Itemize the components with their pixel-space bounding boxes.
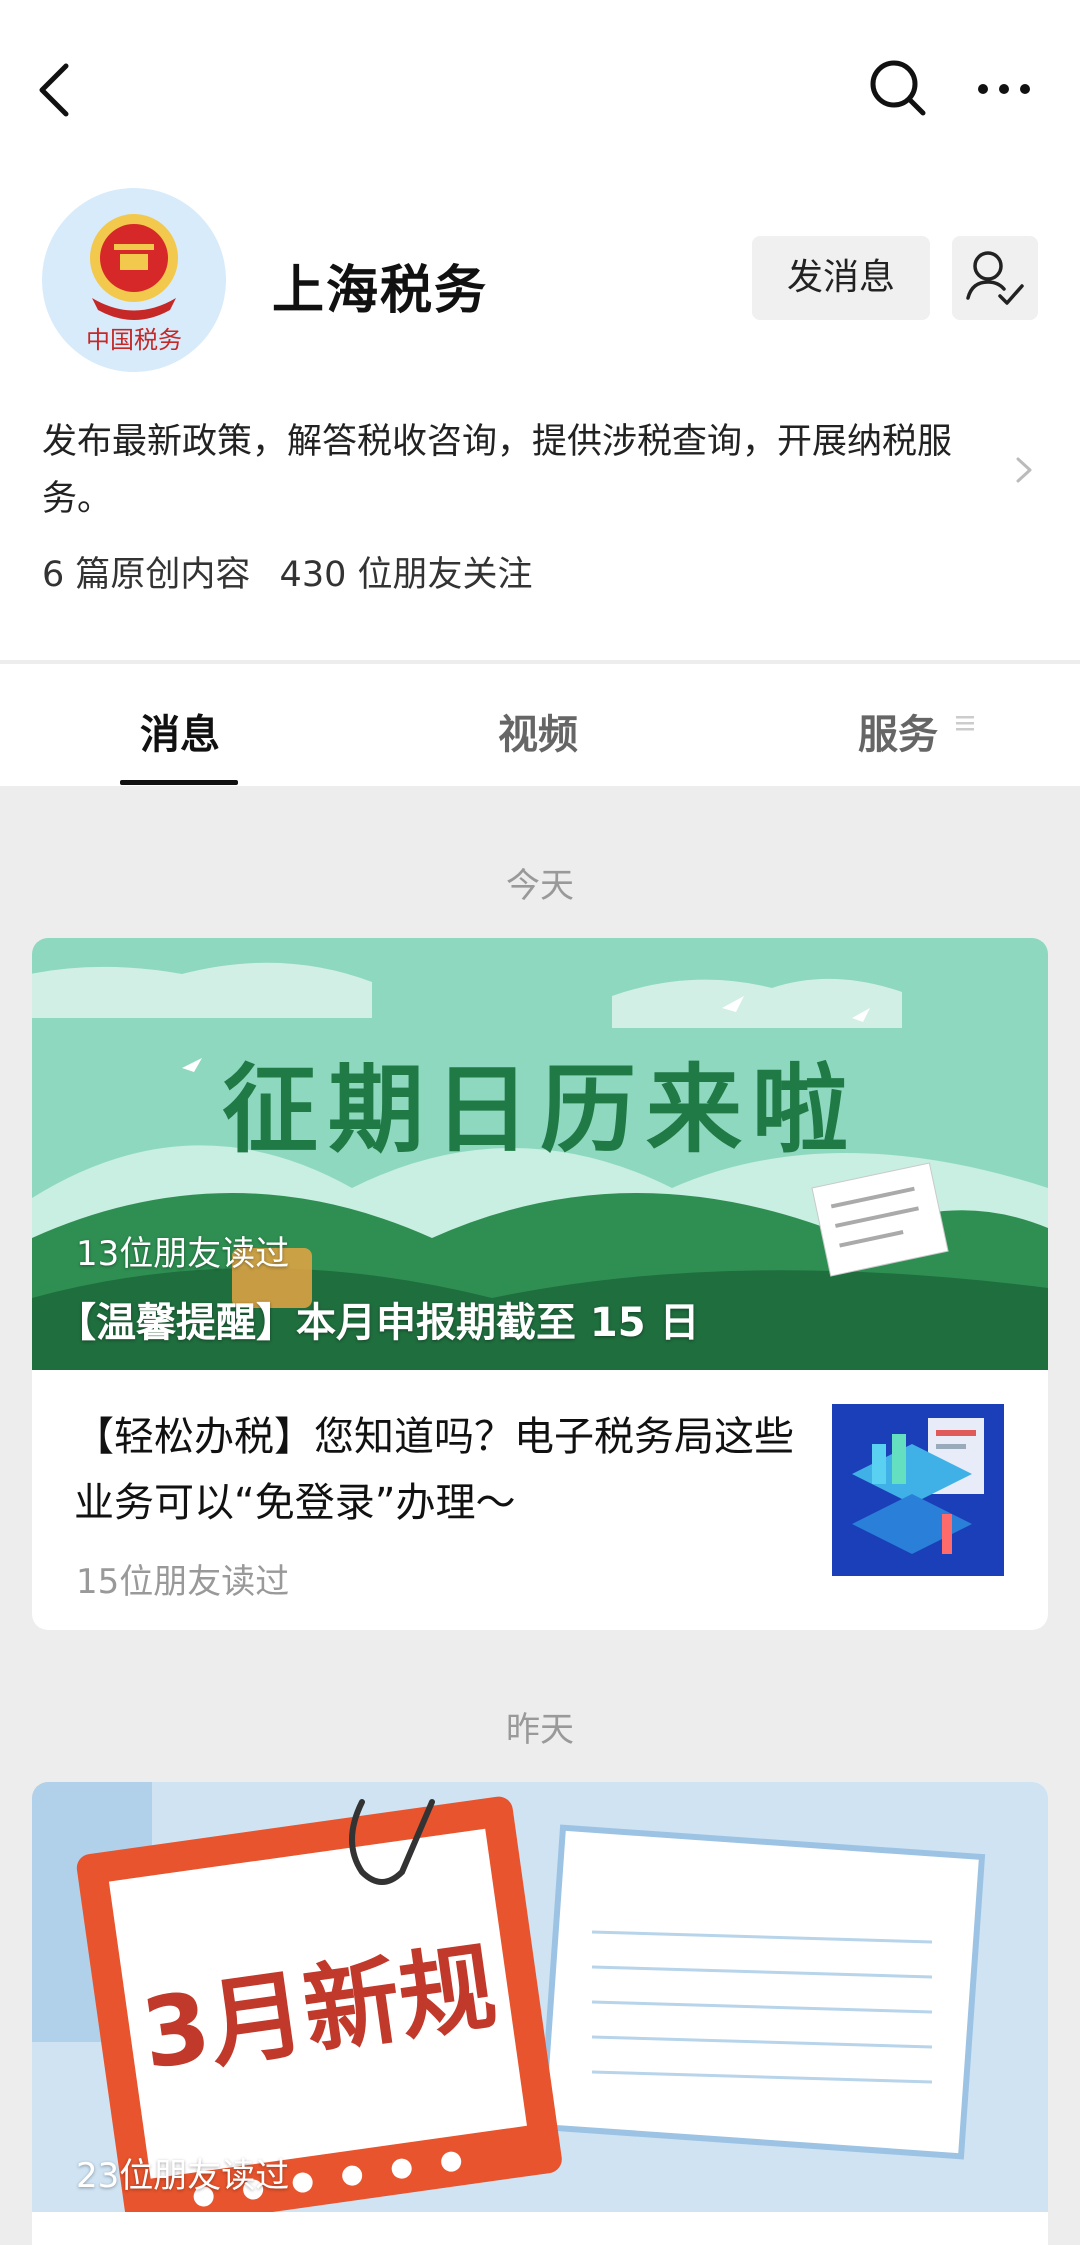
banner-text: 征期日历来啦 — [222, 1053, 858, 1166]
tab-messages[interactable]: 消息 — [140, 702, 220, 760]
back-button[interactable] — [36, 62, 76, 118]
user-check-icon — [966, 251, 1024, 305]
tab-services[interactable]: 服务 — [858, 702, 974, 760]
more-button[interactable] — [976, 74, 1032, 104]
tab-videos[interactable]: 视频 — [498, 702, 578, 760]
cover-article[interactable]: 3月新规 23位朋友读过 — [32, 1782, 1048, 2212]
cover-article[interactable]: 征期日历来啦 13位朋友读过 【温馨提醒】本月申报期截至 15 日 — [32, 938, 1048, 1370]
article-title: 【轻松办税】您知道吗？电子税务局这些业务可以“免登录”办理～ — [74, 1414, 794, 1526]
original-count: 6 篇原创内容 — [42, 555, 251, 595]
cover-readers: 13位朋友读过 — [76, 1234, 290, 1274]
chevron-right-icon — [1016, 457, 1032, 483]
article-item[interactable]: 【轻松办税】您知道吗？电子税务局这些业务可以“免登录”办理～ 15位朋友读过 — [32, 1370, 1048, 1630]
account-name: 上海税务 — [272, 261, 489, 321]
description-chevron[interactable] — [1014, 456, 1034, 484]
more-icon — [978, 84, 1030, 94]
follower-count: 430 位朋友关注 — [279, 555, 533, 595]
content-tabs: 消息 视频 服务 — [0, 664, 1080, 786]
account-avatar[interactable]: 中国税务 — [42, 188, 226, 372]
search-button[interactable] — [868, 58, 928, 118]
article-card: 征期日历来啦 13位朋友读过 【温馨提醒】本月申报期截至 15 日 【轻松办税】… — [32, 938, 1048, 1630]
account-description[interactable]: 发布最新政策，解答税收咨询，提供涉税查询，开展纳税服务。 — [42, 414, 1002, 528]
tab-services-label: 服务 — [858, 712, 938, 758]
menu-icon — [956, 716, 974, 731]
chevron-left-icon — [39, 63, 69, 117]
status-bar — [0, 0, 1080, 20]
article-card: 3月新规 23位朋友读过 — [32, 1782, 1048, 2245]
tax-emblem-logo: 中国税务 — [42, 188, 226, 372]
send-message-button[interactable]: 发消息 — [752, 236, 930, 320]
article-thumbnail — [832, 1404, 1004, 1576]
day-label-today: 今天 — [506, 866, 574, 906]
svg-text:中国税务: 中国税务 — [86, 326, 182, 354]
article-readers: 15位朋友读过 — [76, 1562, 290, 1602]
active-tab-indicator — [120, 780, 238, 785]
cover-title: 【温馨提醒】本月申报期截至 15 日 — [56, 1300, 700, 1346]
cover-readers: 23位朋友读过 — [76, 2156, 290, 2196]
day-label-yesterday: 昨天 — [506, 1710, 574, 1750]
search-icon — [870, 60, 926, 116]
account-stats: 6 篇原创内容 430 位朋友关注 — [42, 546, 550, 597]
follow-status-button[interactable] — [952, 236, 1038, 320]
